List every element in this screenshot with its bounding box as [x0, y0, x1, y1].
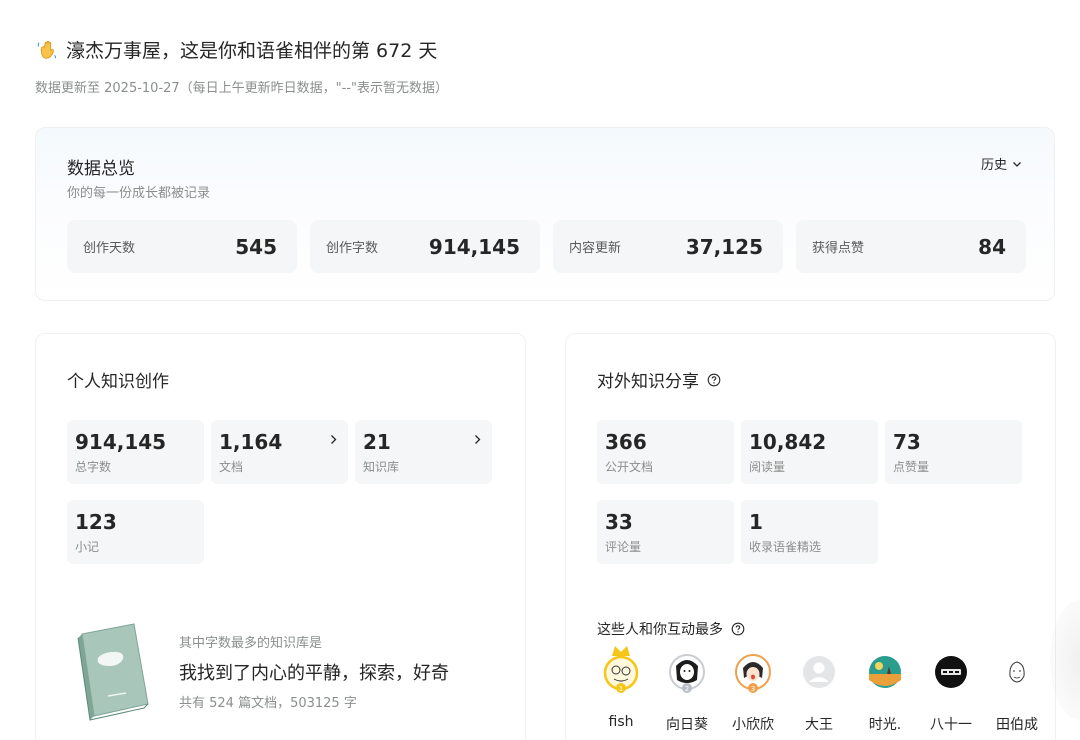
overview-stat-days: 创作天数 545	[67, 220, 297, 273]
tile-label: 总字数	[75, 460, 112, 474]
card-title-text: 个人知识创作	[67, 372, 169, 392]
waving-hand-icon	[37, 40, 57, 59]
chevron-down-icon	[1013, 161, 1021, 167]
tile-reads: 10,842 阅读量	[741, 420, 878, 484]
greeting: 濠杰万事屋，这是你和语雀相伴的第 672 天	[36, 36, 437, 63]
person-name: 时光.	[868, 717, 902, 733]
stat-value: 37,125	[685, 234, 763, 259]
help-circle-icon[interactable]	[707, 373, 721, 387]
person-item[interactable]: 大王	[786, 652, 852, 734]
tile-knowledge-bases[interactable]: 21 知识库	[355, 420, 492, 484]
overview-subtitle: 你的每一份成长都被记录	[67, 186, 211, 201]
overview-stat-likes: 获得点赞 84	[796, 220, 1026, 273]
top-kb-caption: 其中字数最多的知识库是	[179, 636, 323, 651]
tile-featured: 1 收录语雀精选	[741, 500, 878, 564]
tile-total-words: 914,145 总字数	[67, 420, 204, 484]
tile-label: 点赞量	[893, 460, 930, 474]
tile-value: 914,145	[75, 430, 167, 454]
tile-likes: 73 点赞量	[885, 420, 1022, 484]
person-name: 八十一	[930, 717, 972, 733]
overview-title: 数据总览	[67, 159, 135, 179]
tile-documents[interactable]: 1,164 文档	[211, 420, 348, 484]
tile-label: 阅读量	[749, 460, 786, 474]
tile-notes: 123 小记	[67, 500, 204, 564]
avatar-landscape	[869, 656, 901, 688]
tile-label: 知识库	[363, 460, 400, 474]
stat-value: 545	[235, 234, 277, 259]
tile-value: 73	[893, 430, 921, 454]
chevron-right-icon	[475, 435, 481, 444]
avatar-dark-logo	[935, 656, 967, 688]
overview-stat-words: 创作字数 914,145	[310, 220, 540, 273]
rank-badge: 1	[619, 685, 623, 693]
tile-label: 收录语雀精选	[749, 540, 822, 554]
person-item[interactable]: 3 小欣欣	[720, 652, 786, 734]
stat-value: 84	[978, 234, 1006, 259]
tile-value: 1,164	[219, 430, 283, 454]
stat-label: 创作字数	[326, 241, 379, 256]
avatar-sketch	[1001, 656, 1033, 688]
top-interactors: 1 fish 2 向日葵 3 小欣欣 大王 时光. 八十一 田伯成	[588, 646, 1050, 734]
tile-value: 366	[605, 430, 647, 454]
stat-value: 914,145	[428, 234, 520, 259]
stat-label: 内容更新	[569, 241, 622, 256]
knowledge-book-icon	[77, 623, 149, 721]
tile-label: 公开文档	[605, 460, 654, 474]
tile-value: 33	[605, 510, 633, 534]
interaction-title: 这些人和你互动最多	[597, 619, 745, 639]
person-name: fish	[608, 714, 634, 730]
rank-badge: 3	[751, 685, 755, 693]
overview-stat-updates: 内容更新 37,125	[553, 220, 783, 273]
person-name: 向日葵	[666, 717, 708, 733]
person-item[interactable]: 1 fish	[588, 646, 654, 734]
rank-badge: 2	[685, 685, 689, 693]
tile-label: 文档	[219, 460, 244, 474]
tile-value: 1	[749, 510, 763, 534]
tile-value: 123	[75, 510, 117, 534]
history-label: 历史	[980, 158, 1007, 173]
tile-value: 10,842	[749, 430, 827, 454]
history-button[interactable]: 历史	[981, 154, 1022, 173]
external-sharing-card: 对外知识分享 366 公开文档 10,842 阅读量 73 点赞量 33 评论量…	[565, 333, 1056, 740]
overview-stats: 创作天数 545 创作字数 914,145 内容更新 37,125 获得点赞 8…	[67, 220, 1026, 273]
tile-public-docs: 366 公开文档	[597, 420, 734, 484]
avatar-bronze: 3	[735, 654, 771, 693]
person-name: 大王	[805, 717, 833, 733]
person-name: 小欣欣	[732, 717, 774, 733]
tile-value: 21	[363, 430, 391, 454]
avatar-gold-crown: 1	[603, 646, 639, 693]
person-item[interactable]: 时光.	[852, 652, 918, 734]
tile-comments: 33 评论量	[597, 500, 734, 564]
overview-card: 数据总览 你的每一份成长都被记录 历史 创作天数 545 创作字数 914,14…	[35, 127, 1055, 301]
avatar-silver: 2	[669, 654, 705, 693]
update-note: 数据更新至 2025-10-27（每日上午更新昨日数据，"--"表示暂无数据）	[35, 81, 449, 96]
person-item[interactable]: 2 向日葵	[654, 652, 720, 734]
person-item[interactable]: 田伯成	[984, 652, 1050, 734]
person-name: 田伯成	[996, 717, 1038, 733]
card-title-text: 对外知识分享	[597, 372, 699, 392]
chevron-right-icon	[331, 435, 337, 444]
stat-label: 创作天数	[83, 241, 136, 256]
personal-creation-title: 个人知识创作	[67, 367, 169, 392]
stat-label: 获得点赞	[812, 241, 865, 256]
tile-label: 评论量	[605, 540, 642, 554]
personal-creation-card: 个人知识创作 914,145 总字数 1,164 文档 21 知识库 123 小…	[35, 333, 526, 740]
avatar-default	[803, 656, 835, 688]
person-item[interactable]: 八十一	[918, 652, 984, 734]
external-sharing-title: 对外知识分享	[597, 367, 721, 392]
tile-label: 小记	[75, 540, 100, 554]
greeting-text: 濠杰万事屋，这是你和语雀相伴的第 672 天	[66, 40, 438, 62]
top-kb-name[interactable]: 我找到了内心的平静，探索，好奇	[179, 659, 449, 685]
help-circle-icon[interactable]	[731, 622, 745, 636]
top-kb-meta: 共有 524 篇文档，503125 字	[179, 696, 357, 711]
interaction-title-text: 这些人和你互动最多	[597, 622, 723, 638]
